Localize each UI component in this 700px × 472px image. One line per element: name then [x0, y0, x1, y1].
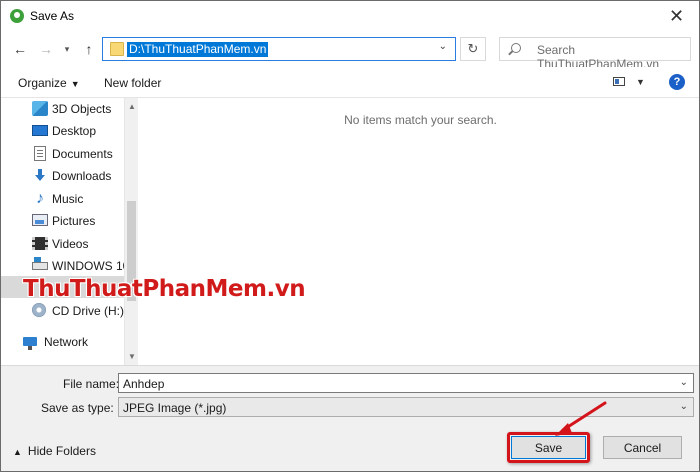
- sidebar-item-windows-10[interactable]: WINDOWS 10: [1, 255, 124, 277]
- network-icon: [23, 337, 37, 350]
- file-name-value[interactable]: Anhdep: [123, 377, 164, 391]
- cd-drive-icon: [32, 303, 46, 317]
- sidebar-item-music[interactable]: ♪ Music: [1, 188, 124, 210]
- sidebar-item-3d-objects[interactable]: 3D Objects: [1, 98, 124, 120]
- sidebar-item-pictures[interactable]: Pictures: [1, 210, 124, 232]
- scroll-up-icon[interactable]: ▲: [128, 102, 136, 111]
- 3d-objects-icon: [32, 101, 48, 116]
- file-list-pane[interactable]: No items match your search.: [138, 98, 699, 365]
- save-type-value: JPEG Image (*.jpg): [123, 401, 227, 415]
- address-bar[interactable]: D:\ThuThuatPhanMem.vn ⌄: [102, 37, 456, 61]
- save-button[interactable]: Save: [511, 436, 586, 459]
- folder-icon: [110, 42, 124, 56]
- sidebar-item-label: WINDOWS 10: [52, 259, 124, 273]
- chevron-down-icon[interactable]: ⌄: [439, 41, 447, 52]
- navigation-scrollbar[interactable]: ▲ ▼: [124, 98, 138, 365]
- organize-label: Organize: [18, 76, 67, 90]
- caret-up-icon: ▲: [13, 447, 22, 457]
- organize-button[interactable]: Organize ▼: [18, 76, 80, 90]
- title-bar: Save As ✕: [1, 1, 699, 32]
- hide-folders-label: Hide Folders: [27, 444, 96, 458]
- back-arrow-icon[interactable]: ←: [11, 40, 29, 58]
- divider: [1, 365, 699, 366]
- sidebar-item-network[interactable]: Network: [1, 331, 124, 353]
- sidebar-item-label: Downloads: [52, 169, 112, 183]
- music-icon: ♪: [36, 190, 44, 207]
- sidebar-item-downloads[interactable]: Downloads: [1, 165, 124, 187]
- caret-down-icon: ▼: [70, 79, 80, 89]
- sidebar-item-cd-drive[interactable]: CD Drive (H:): [1, 300, 124, 322]
- sidebar-item-label: Pictures: [52, 214, 96, 228]
- desktop-icon: [32, 125, 48, 136]
- sidebar-item-label: Desktop: [52, 124, 97, 138]
- refresh-button[interactable]: ↻: [460, 37, 486, 61]
- pointer-arrow-icon: [555, 401, 607, 436]
- command-bar: Organize ▼ New folder ▼ ?: [1, 67, 699, 98]
- sidebar-item-desktop[interactable]: Desktop: [1, 120, 124, 142]
- dialog-title: Save As: [30, 9, 75, 23]
- forward-arrow-icon[interactable]: →: [37, 40, 55, 58]
- sidebar-item-label: CD Drive (H:): [52, 304, 124, 318]
- save-type-label: Save as type:: [41, 401, 114, 415]
- videos-icon: [32, 237, 48, 250]
- close-button[interactable]: ✕: [654, 1, 699, 32]
- sidebar-item-label: Music: [52, 192, 84, 206]
- app-logo-icon: [10, 9, 24, 23]
- address-path[interactable]: D:\ThuThuatPhanMem.vn: [127, 42, 269, 57]
- sidebar-item-label: Network: [44, 335, 89, 349]
- recent-locations-chevron-icon[interactable]: ▾: [61, 40, 73, 58]
- scroll-down-icon[interactable]: ▼: [128, 352, 136, 361]
- downloads-icon: [32, 168, 48, 183]
- watermark-logo: ThuThuatPhanMem.vn: [23, 276, 306, 302]
- cancel-button[interactable]: Cancel: [603, 436, 682, 459]
- file-name-label: File name:: [63, 377, 120, 391]
- hide-folders-button[interactable]: ▲ Hide Folders: [13, 444, 96, 458]
- save-as-dialog: Save As ✕ ← → ▾ ↑ D:\ThuThuatPhanMem.vn …: [0, 0, 700, 472]
- chevron-down-icon[interactable]: ⌄: [680, 401, 688, 412]
- sidebar-item-label: 3D Objects: [52, 102, 112, 116]
- documents-icon: [34, 146, 46, 161]
- sidebar-item-documents[interactable]: Documents: [1, 143, 124, 165]
- sidebar-item-label: Videos: [52, 237, 89, 251]
- pictures-icon: [32, 214, 48, 226]
- drive-icon: [32, 257, 48, 270]
- up-arrow-icon[interactable]: ↑: [80, 40, 98, 58]
- sidebar-item-label: Documents: [52, 147, 113, 161]
- sidebar-item-videos[interactable]: Videos: [1, 233, 124, 255]
- navigation-bar: ← → ▾ ↑ D:\ThuThuatPhanMem.vn ⌄ ↻ Search…: [1, 32, 699, 71]
- help-button[interactable]: ?: [669, 74, 685, 90]
- file-name-field[interactable]: Anhdep ⌄: [118, 373, 694, 393]
- search-icon: [511, 43, 521, 53]
- empty-state-message: No items match your search.: [344, 113, 497, 127]
- navigation-pane: 3D Objects Desktop Documents Downloads ♪…: [1, 98, 124, 365]
- chevron-down-icon[interactable]: ⌄: [680, 377, 688, 388]
- view-caret-icon[interactable]: ▼: [636, 77, 645, 87]
- search-input[interactable]: Search ThuThuatPhanMem.vn: [499, 37, 691, 71]
- new-folder-button[interactable]: New folder: [104, 76, 161, 90]
- view-options-icon[interactable]: [613, 77, 625, 86]
